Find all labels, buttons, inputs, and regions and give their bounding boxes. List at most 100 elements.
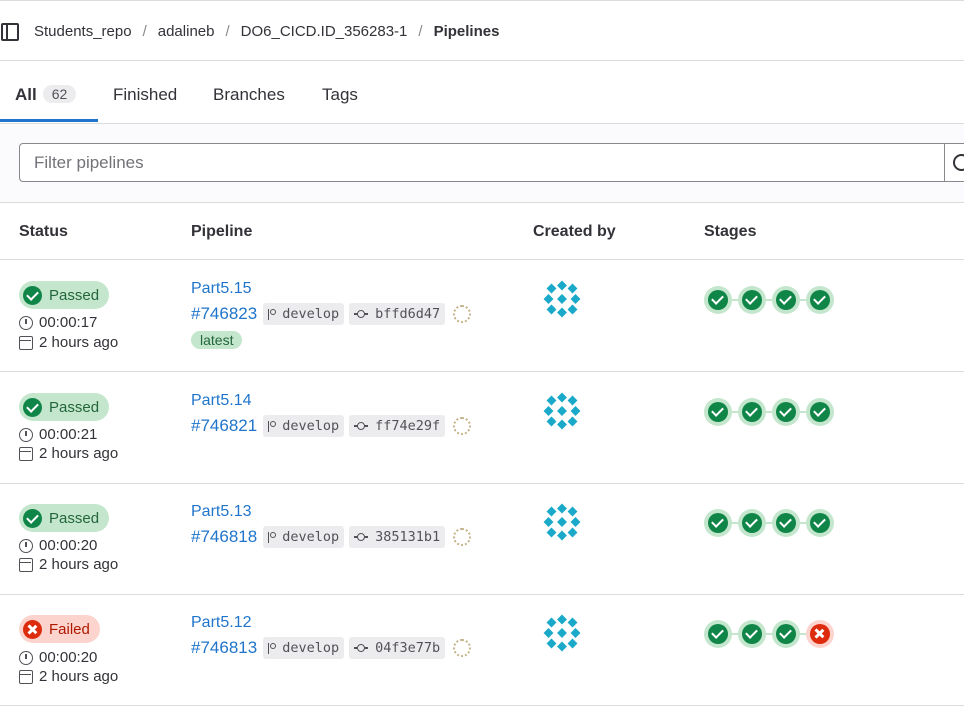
pipeline-name-link[interactable]: Part5.12 [191, 614, 251, 632]
stage-success-icon[interactable] [738, 620, 766, 648]
duration: 00:00:20 [19, 649, 97, 666]
breadcrumb-adalineb[interactable]: adalineb [158, 23, 215, 40]
top-bar: Students_repo / adalineb / DO6_CICD.ID_3… [0, 0, 964, 61]
stage-success-icon[interactable] [772, 286, 800, 314]
tab-branches[interactable]: Branches [213, 85, 285, 105]
pipeline-info: #746818 develop 385131b1 [191, 526, 472, 548]
stage-success-icon[interactable] [738, 286, 766, 314]
tab-all[interactable]: All 62 [15, 85, 77, 105]
created-time-value: 2 hours ago [39, 668, 119, 685]
pipeline-name-link[interactable]: Part5.13 [191, 503, 251, 521]
stage-success-icon[interactable] [704, 398, 732, 426]
created-time: 2 hours ago [19, 334, 118, 351]
pipeline-id-link[interactable]: #746823 [191, 304, 257, 324]
branch-name: develop [282, 306, 340, 322]
sidebar-toggle-icon[interactable] [1, 23, 19, 41]
status-badge[interactable]: Passed [19, 281, 110, 309]
stage-success-icon[interactable] [772, 620, 800, 648]
stage-success-icon[interactable] [806, 398, 834, 426]
commit-sha: 04f3e77b [375, 640, 441, 656]
tab-all-count-badge: 62 [42, 85, 77, 103]
pipeline-name-link[interactable]: Part5.14 [191, 392, 251, 410]
status-badge[interactable]: Passed [19, 393, 110, 421]
branch-name: develop [282, 529, 340, 545]
created-time: 2 hours ago [19, 445, 118, 462]
breadcrumb-pipelines[interactable]: Pipelines [434, 23, 500, 40]
tab-finished[interactable]: Finished [113, 85, 177, 105]
commit-icon [354, 309, 369, 319]
filter-pipelines-input[interactable]: Filter pipelines [19, 143, 946, 182]
stage-success-icon[interactable] [704, 286, 732, 314]
tab-tags[interactable]: Tags [322, 85, 358, 105]
breadcrumb-project[interactable]: DO6_CICD.ID_356283-1 [241, 23, 408, 40]
breadcrumb-students-repo[interactable]: Students_repo [34, 23, 132, 40]
commit-chip[interactable]: 04f3e77b [349, 637, 446, 659]
status-success-icon [23, 397, 42, 417]
avatar[interactable] [542, 391, 582, 431]
commit-icon [354, 643, 369, 653]
search-icon[interactable] [944, 143, 964, 182]
commit-icon [354, 532, 369, 542]
status-success-icon [23, 285, 42, 305]
clock-icon [19, 427, 33, 442]
pipeline-id-link[interactable]: #746821 [191, 416, 257, 436]
duration: 00:00:20 [19, 537, 97, 554]
avatar[interactable] [542, 502, 582, 542]
stage-success-icon[interactable] [772, 509, 800, 537]
stage-success-icon[interactable] [806, 509, 834, 537]
pipeline-stages [704, 620, 834, 648]
stage-success-icon[interactable] [806, 286, 834, 314]
active-tab-indicator [0, 119, 98, 122]
stage-success-icon[interactable] [704, 620, 732, 648]
created-time-value: 2 hours ago [39, 445, 119, 462]
branch-chip[interactable]: develop [263, 526, 345, 548]
created-time-value: 2 hours ago [39, 556, 119, 573]
branch-chip[interactable]: develop [263, 303, 345, 325]
commit-author-avatar[interactable] [453, 305, 472, 323]
status-badge[interactable]: Passed [19, 504, 110, 532]
stage-success-icon[interactable] [704, 509, 732, 537]
pipeline-stages [704, 509, 834, 537]
commit-chip[interactable]: ff74e29f [349, 415, 446, 437]
duration-value: 00:00:17 [39, 314, 98, 331]
table-row: Passed 00:00:17 2 hours ago Part5.15 #74… [0, 260, 964, 372]
pipeline-id-link[interactable]: #746813 [191, 638, 257, 658]
pipeline-stages [704, 398, 834, 426]
commit-author-avatar[interactable] [453, 528, 472, 546]
pipeline-name-link[interactable]: Part5.15 [191, 280, 251, 298]
column-header-stages: Stages [704, 223, 757, 240]
commit-author-avatar[interactable] [453, 417, 472, 435]
duration: 00:00:21 [19, 426, 97, 443]
pipeline-info: #746821 develop ff74e29f [191, 415, 472, 437]
stage-success-icon[interactable] [772, 398, 800, 426]
commit-author-avatar[interactable] [453, 639, 472, 657]
commit-sha: bffd6d47 [375, 306, 441, 322]
column-header-created-by: Created by [533, 223, 616, 240]
pipeline-id-link[interactable]: #746818 [191, 527, 257, 547]
column-header-status: Status [19, 223, 68, 240]
avatar[interactable] [542, 613, 582, 653]
breadcrumb-separator: / [418, 23, 423, 40]
avatar[interactable] [542, 279, 582, 319]
tab-all-label: All [15, 85, 37, 104]
pipeline-info: #746823 develop bffd6d47 [191, 303, 472, 325]
status-badge[interactable]: Failed [19, 615, 100, 643]
clock-icon [19, 538, 33, 553]
table-row: Passed 00:00:21 2 hours ago Part5.14 #74… [0, 372, 964, 484]
stage-success-icon[interactable] [738, 398, 766, 426]
status-failed-icon [23, 619, 42, 639]
commit-chip[interactable]: bffd6d47 [349, 303, 446, 325]
status-label: Passed [49, 398, 100, 416]
pipeline-info: #746813 develop 04f3e77b [191, 637, 472, 659]
column-header-pipeline: Pipeline [191, 223, 253, 240]
branch-chip[interactable]: develop [263, 415, 345, 437]
stage-success-icon[interactable] [738, 509, 766, 537]
branch-chip[interactable]: develop [263, 637, 345, 659]
stage-failed-icon[interactable] [806, 620, 834, 648]
table-header: Status Pipeline Created by Stages [0, 203, 964, 260]
commit-chip[interactable]: 385131b1 [349, 526, 446, 548]
created-time-value: 2 hours ago [39, 334, 119, 351]
branch-name: develop [282, 418, 340, 434]
branch-icon [268, 642, 277, 654]
duration-value: 00:00:20 [39, 537, 98, 554]
